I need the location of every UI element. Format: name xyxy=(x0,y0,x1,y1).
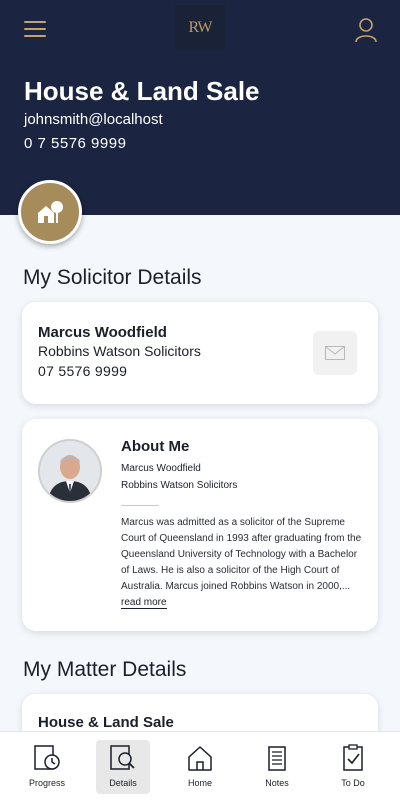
email-solicitor-button[interactable] xyxy=(313,331,357,375)
about-name: Marcus Woodfield xyxy=(121,463,201,474)
nav-progress[interactable]: Progress xyxy=(20,740,74,794)
solicitor-phone[interactable]: 07 5576 9999 xyxy=(38,363,127,379)
logo-text: RW xyxy=(188,18,213,36)
solicitor-card: Marcus Woodfield Robbins Watson Solicito… xyxy=(22,302,378,404)
solicitor-photo xyxy=(38,439,102,503)
nav-notes[interactable]: Notes xyxy=(250,740,304,794)
solicitor-section-heading: My Solicitor Details xyxy=(23,266,202,289)
house-tree-icon xyxy=(38,201,63,223)
about-bio-text: Marcus was admitted as a solicitor of th… xyxy=(121,517,362,592)
about-firm: Robbins Watson Solicitors xyxy=(121,480,238,491)
menu-icon[interactable] xyxy=(22,18,48,40)
home-icon xyxy=(188,746,212,771)
matter-title: House & Land Sale xyxy=(38,714,174,731)
divider xyxy=(121,505,159,506)
details-search-icon xyxy=(110,745,135,770)
nav-todo[interactable]: To Do xyxy=(326,740,380,794)
about-card: About Me Marcus Woodfield Robbins Watson… xyxy=(22,419,378,631)
logo: RW xyxy=(175,5,225,50)
read-more-link[interactable]: read more xyxy=(121,597,167,609)
nav-progress-label: Progress xyxy=(28,778,65,788)
nav-home[interactable]: Home xyxy=(173,740,227,794)
about-bio: Marcus was admitted as a solicitor of th… xyxy=(121,515,363,611)
property-badge xyxy=(18,180,82,244)
solicitor-firm: Robbins Watson Solicitors xyxy=(38,343,201,359)
user-profile-icon[interactable] xyxy=(354,17,378,43)
nav-home-label: Home xyxy=(187,778,212,788)
notes-icon xyxy=(268,746,286,771)
user-phone: 0 7 5576 9999 xyxy=(24,135,127,152)
nav-todo-label: To Do xyxy=(341,778,365,788)
about-heading: About Me xyxy=(121,438,190,455)
user-email: johnsmith@localhost xyxy=(24,111,163,128)
solicitor-name: Marcus Woodfield xyxy=(38,324,167,341)
todo-checklist-icon xyxy=(343,744,363,771)
page-title: House & Land Sale xyxy=(24,76,260,106)
progress-icon xyxy=(34,745,60,770)
bottom-nav: Progress Details Home Notes To Do xyxy=(0,731,400,800)
nav-notes-label: Notes xyxy=(265,778,289,788)
nav-details[interactable]: Details xyxy=(96,740,150,794)
mail-icon xyxy=(325,346,345,360)
matter-section-heading: My Matter Details xyxy=(23,658,187,681)
nav-details-label: Details xyxy=(109,778,137,788)
